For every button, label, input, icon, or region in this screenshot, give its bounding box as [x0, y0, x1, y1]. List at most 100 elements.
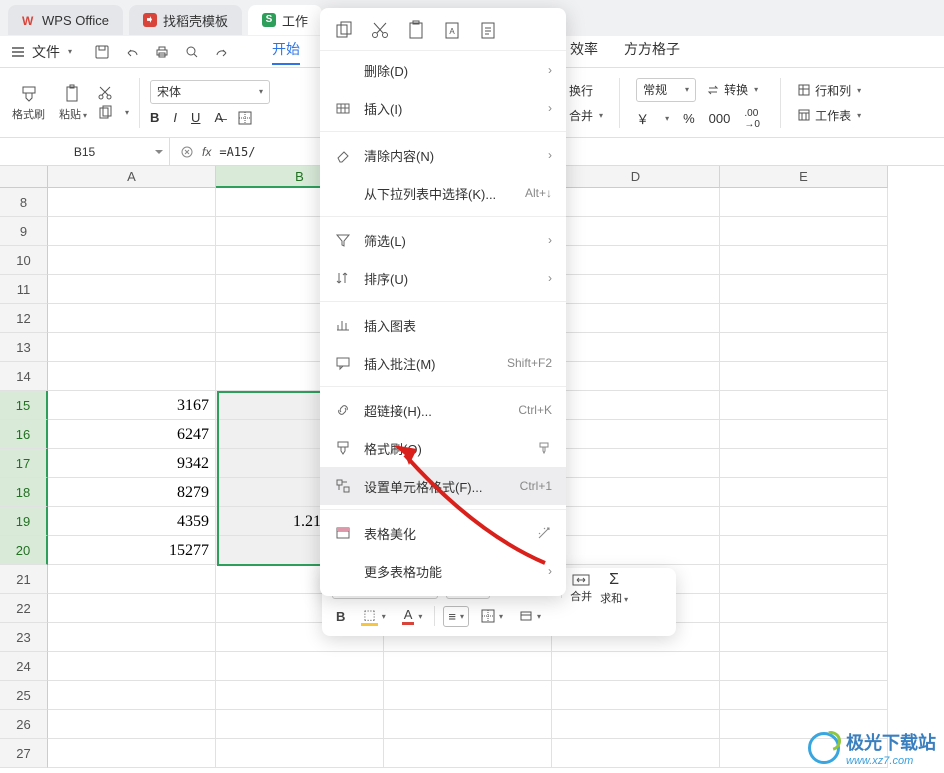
cell[interactable]: [720, 304, 888, 333]
tab-wps-office[interactable]: WPS Office: [8, 5, 123, 35]
cell[interactable]: [48, 681, 216, 710]
row-header[interactable]: 21: [0, 565, 48, 594]
menu-beautify[interactable]: 表格美化: [320, 514, 566, 552]
row-header[interactable]: 16: [0, 420, 48, 449]
cell[interactable]: [720, 681, 888, 710]
row-header[interactable]: 15: [0, 391, 48, 420]
cell[interactable]: [552, 681, 720, 710]
cell[interactable]: [720, 420, 888, 449]
file-menu[interactable]: 文件 ▾: [10, 42, 72, 62]
cell[interactable]: [552, 710, 720, 739]
cell[interactable]: [552, 333, 720, 362]
cell[interactable]: [720, 594, 888, 623]
cell[interactable]: [552, 304, 720, 333]
decrease-decimal-button[interactable]: .00→0: [744, 108, 760, 130]
cell[interactable]: [552, 478, 720, 507]
column-header[interactable]: A: [48, 166, 216, 188]
cell[interactable]: [48, 362, 216, 391]
cell[interactable]: [552, 420, 720, 449]
cell[interactable]: [552, 246, 720, 275]
mini-align-button[interactable]: ≡▾: [443, 606, 469, 627]
cell[interactable]: [48, 710, 216, 739]
column-header[interactable]: E: [720, 166, 888, 188]
copy-icon[interactable]: [334, 20, 354, 40]
select-all-corner[interactable]: [0, 166, 48, 188]
bold-button[interactable]: B: [150, 110, 159, 125]
row-header[interactable]: 12: [0, 304, 48, 333]
row-header[interactable]: 9: [0, 217, 48, 246]
cell[interactable]: [384, 681, 552, 710]
menu-clear[interactable]: 清除内容(N) ›: [320, 136, 566, 174]
print-icon[interactable]: [154, 44, 170, 60]
menu-insert[interactable]: 插入(I) ›: [320, 89, 566, 127]
number-format-select[interactable]: 常规▾: [636, 78, 696, 102]
cell[interactable]: [552, 507, 720, 536]
menu-format-cells[interactable]: 设置单元格格式(F)... Ctrl+1: [320, 467, 566, 505]
cell[interactable]: [720, 507, 888, 536]
tab-efficiency[interactable]: 效率: [570, 39, 598, 65]
rowcol-button[interactable]: 行和列▾: [791, 80, 867, 101]
cell[interactable]: [552, 739, 720, 768]
cell[interactable]: [48, 246, 216, 275]
tab-start[interactable]: 开始: [272, 39, 300, 65]
cell[interactable]: [48, 275, 216, 304]
tab-fanggez[interactable]: 方方格子: [624, 39, 680, 65]
row-header[interactable]: 8: [0, 188, 48, 217]
mini-fill-color-button[interactable]: ⬚▾: [357, 605, 389, 628]
cell[interactable]: [552, 449, 720, 478]
save-icon[interactable]: [94, 44, 110, 60]
row-header[interactable]: 17: [0, 449, 48, 478]
row-header[interactable]: 27: [0, 739, 48, 768]
cell[interactable]: [552, 188, 720, 217]
cell[interactable]: [216, 652, 384, 681]
format-brush-group[interactable]: 格式刷: [8, 84, 49, 122]
cell[interactable]: 3167: [48, 391, 216, 420]
cell[interactable]: [720, 217, 888, 246]
cell[interactable]: 15277: [48, 536, 216, 565]
row-header[interactable]: 18: [0, 478, 48, 507]
mini-merge-button[interactable]: 合并: [570, 573, 592, 604]
menu-delete[interactable]: 删除(D) ›: [320, 51, 566, 89]
cell[interactable]: [48, 333, 216, 362]
cell[interactable]: [720, 391, 888, 420]
menu-more[interactable]: 更多表格功能 ›: [320, 552, 566, 590]
cell[interactable]: [552, 652, 720, 681]
cell[interactable]: [720, 362, 888, 391]
tab-templates[interactable]: 找稻壳模板: [129, 5, 242, 35]
row-header[interactable]: 19: [0, 507, 48, 536]
menu-insert-comment[interactable]: 插入批注(M) Shift+F2: [320, 344, 566, 382]
cell[interactable]: [552, 275, 720, 304]
comma-button[interactable]: 000: [709, 111, 731, 126]
worksheet-button[interactable]: 工作表▾: [791, 105, 867, 126]
name-box[interactable]: B15: [0, 138, 170, 165]
cell[interactable]: [384, 652, 552, 681]
row-header[interactable]: 22: [0, 594, 48, 623]
tab-workbook[interactable]: S 工作: [248, 5, 322, 35]
column-header[interactable]: D: [552, 166, 720, 188]
mini-format-button[interactable]: ▾: [515, 607, 545, 625]
cell[interactable]: [720, 652, 888, 681]
cell[interactable]: [48, 188, 216, 217]
cell[interactable]: [720, 333, 888, 362]
fx-icon[interactable]: fx: [202, 145, 211, 159]
cut-icon[interactable]: [97, 85, 113, 101]
cell[interactable]: [720, 246, 888, 275]
paste-text-icon[interactable]: A: [442, 20, 462, 40]
cell[interactable]: [48, 565, 216, 594]
cell[interactable]: [720, 536, 888, 565]
paste-group[interactable]: 粘贴▾: [55, 84, 91, 122]
cell[interactable]: [552, 536, 720, 565]
mini-font-color-button[interactable]: A▾: [398, 605, 427, 627]
strike-button[interactable]: A̶: [214, 110, 223, 125]
convert-button[interactable]: 转换▾: [700, 79, 764, 100]
row-header[interactable]: 10: [0, 246, 48, 275]
paste-special-icon[interactable]: [478, 20, 498, 40]
cell[interactable]: [720, 623, 888, 652]
cell[interactable]: [720, 188, 888, 217]
row-header[interactable]: 24: [0, 652, 48, 681]
cut-icon[interactable]: [370, 20, 390, 40]
row-header[interactable]: 11: [0, 275, 48, 304]
cell[interactable]: [552, 217, 720, 246]
cell[interactable]: [216, 739, 384, 768]
cell[interactable]: [720, 275, 888, 304]
